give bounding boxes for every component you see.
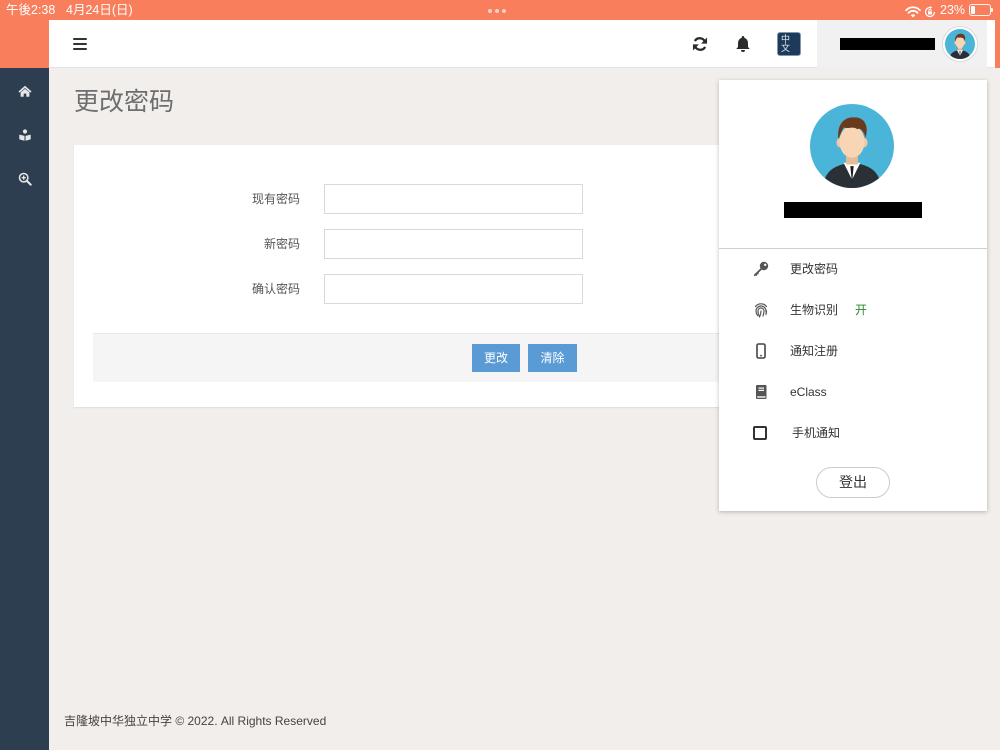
language-toggle-label: 中文 xyxy=(781,34,791,53)
dot xyxy=(502,9,506,13)
battery-icon xyxy=(969,4,991,16)
menu-item-label: 通知注册 xyxy=(790,344,839,358)
key-icon xyxy=(753,261,769,277)
user-avatar-small[interactable] xyxy=(943,27,977,61)
redacted-username xyxy=(840,38,935,50)
sidebar-brand-block xyxy=(0,20,49,68)
refresh-icon[interactable] xyxy=(691,35,709,53)
wifi-icon xyxy=(905,4,921,18)
user-avatar-large xyxy=(810,104,894,188)
hamburger-icon[interactable] xyxy=(73,38,87,50)
menu-item-label: eClass xyxy=(790,385,827,399)
reader-icon[interactable] xyxy=(18,128,32,142)
confirm-password-label: 确认密码 xyxy=(251,282,300,296)
biometrics-status: 开 xyxy=(855,303,868,317)
user-dropdown-menu: 更改密码 生物识别 开 通知注册 eClass 手机通知 登出 xyxy=(719,80,987,511)
menu-divider xyxy=(719,248,987,249)
language-toggle[interactable]: 中文 xyxy=(777,32,801,56)
menu-item-mobile-notification[interactable]: 手机通知 xyxy=(719,415,987,451)
current-password-input[interactable] xyxy=(324,184,583,214)
menu-item-notification-register[interactable]: 通知注册 xyxy=(719,333,987,369)
multitasking-dots[interactable] xyxy=(488,0,512,20)
header-edge-accent xyxy=(995,20,1000,68)
home-icon[interactable] xyxy=(18,84,32,98)
mobile-icon xyxy=(753,343,769,359)
battery-percentage: 23% xyxy=(940,3,966,17)
new-password-input[interactable] xyxy=(324,229,583,259)
confirm-password-input[interactable] xyxy=(324,274,583,304)
book-icon xyxy=(753,384,769,400)
menu-item-label: 生物识别 xyxy=(790,303,839,317)
hamburger-bar xyxy=(73,38,87,40)
redacted-username xyxy=(784,202,922,218)
dot xyxy=(488,9,492,13)
hamburger-bar xyxy=(73,48,87,50)
clear-button[interactable]: 清除 xyxy=(528,344,577,372)
status-time: 午後2:38 xyxy=(6,3,56,17)
status-bar: 午後2:38 4月24日(日) 23% xyxy=(0,0,1000,20)
search-plus-icon[interactable] xyxy=(18,172,32,186)
bell-icon[interactable] xyxy=(735,35,751,53)
menu-item-label: 更改密码 xyxy=(790,262,839,276)
user-profile-toggle[interactable] xyxy=(817,20,987,68)
menu-item-change-password[interactable]: 更改密码 xyxy=(719,251,987,287)
status-date: 4月24日(日) xyxy=(66,3,133,17)
fingerprint-icon xyxy=(753,302,769,318)
menu-item-label: 手机通知 xyxy=(792,426,841,440)
change-password-button[interactable]: 更改 xyxy=(472,344,520,372)
orientation-lock-icon xyxy=(924,4,936,18)
menu-item-eclass[interactable]: eClass xyxy=(719,374,987,410)
sidebar xyxy=(0,68,49,750)
current-password-label: 现有密码 xyxy=(251,192,300,206)
dot xyxy=(495,9,499,13)
menu-item-biometrics[interactable]: 生物识别 开 xyxy=(719,292,987,328)
hamburger-bar xyxy=(73,43,87,45)
mobile-notify-checkbox[interactable] xyxy=(753,426,767,440)
battery-nub xyxy=(991,8,993,12)
footer-copyright: 吉隆坡中华独立中学 © 2022. All Rights Reserved xyxy=(64,714,327,728)
logout-button[interactable]: 登出 xyxy=(816,467,890,498)
battery-level-fill xyxy=(971,6,976,14)
new-password-label: 新密码 xyxy=(263,237,300,251)
page-title: 更改密码 xyxy=(74,88,175,116)
